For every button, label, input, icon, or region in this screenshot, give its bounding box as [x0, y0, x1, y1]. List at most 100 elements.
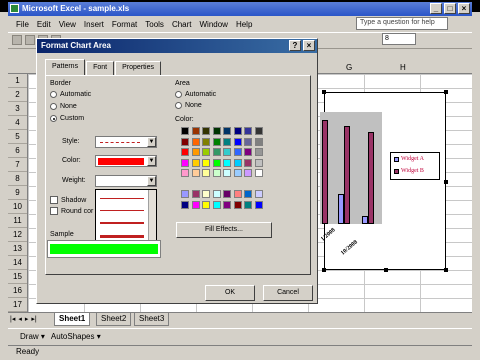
border-none-radio[interactable]: None	[50, 103, 77, 110]
color-swatch[interactable]	[181, 200, 189, 209]
row-header[interactable]: 17	[8, 298, 27, 312]
color-swatch[interactable]	[212, 200, 221, 209]
menu-tools[interactable]: Tools	[141, 20, 168, 29]
chart-bar-widget-b[interactable]	[344, 126, 350, 224]
color-swatch[interactable]	[191, 127, 200, 135]
row-header[interactable]: 12	[8, 228, 27, 242]
row-header[interactable]: 10	[8, 200, 27, 214]
color-swatch[interactable]	[254, 200, 263, 209]
chart-bar-widget-b[interactable]	[322, 120, 328, 224]
resize-handle[interactable]	[444, 90, 448, 94]
chart-bar-widget-b[interactable]	[368, 132, 374, 224]
color-swatch[interactable]	[254, 158, 263, 167]
round-corners-checkbox[interactable]: Round cor	[50, 207, 93, 215]
chevron-down-icon[interactable]: ▼	[147, 176, 156, 186]
dropdown-scrollbar[interactable]	[148, 190, 156, 244]
tab-sheet2[interactable]: Sheet2	[96, 313, 132, 326]
color-swatch[interactable]	[212, 137, 221, 146]
color-swatch[interactable]	[181, 158, 189, 167]
weight-option[interactable]	[100, 210, 144, 211]
color-swatch[interactable]	[223, 158, 231, 167]
color-swatch[interactable]	[254, 148, 263, 156]
color-swatch[interactable]	[244, 137, 252, 146]
color-swatch[interactable]	[233, 169, 242, 177]
menu-chart[interactable]: Chart	[168, 20, 196, 29]
maximize-button[interactable]: □	[444, 3, 456, 14]
toolbar-icon[interactable]	[25, 35, 35, 45]
weight-option[interactable]	[100, 198, 144, 199]
border-weight-select[interactable]: ▼	[95, 175, 157, 187]
color-swatch[interactable]	[181, 169, 189, 177]
row-header[interactable]: 13	[8, 242, 27, 256]
color-swatch[interactable]	[233, 148, 242, 156]
menu-help[interactable]: Help	[232, 20, 256, 29]
color-swatch[interactable]	[202, 127, 210, 135]
menu-insert[interactable]: Insert	[80, 20, 108, 29]
color-swatch[interactable]	[191, 190, 200, 198]
row-header[interactable]: 16	[8, 284, 27, 298]
color-swatch[interactable]	[181, 137, 189, 146]
color-swatch[interactable]	[244, 190, 252, 198]
row-header[interactable]: 6	[8, 144, 27, 158]
toolbar-icon[interactable]	[12, 35, 22, 45]
menu-window[interactable]: Window	[196, 20, 232, 29]
resize-handle[interactable]	[322, 90, 326, 94]
prev-sheet-icon[interactable]: ◂	[18, 315, 22, 323]
ok-button[interactable]: OK	[205, 285, 255, 301]
row-header[interactable]: 4	[8, 116, 27, 130]
color-swatch[interactable]	[181, 190, 189, 198]
tab-font[interactable]: Font	[86, 61, 115, 75]
color-swatch[interactable]	[223, 190, 231, 198]
chevron-down-icon[interactable]: ▼	[147, 137, 156, 147]
color-swatch[interactable]	[244, 148, 252, 156]
menu-view[interactable]: View	[55, 20, 80, 29]
column-header-g[interactable]: G	[346, 63, 352, 72]
border-custom-radio[interactable]: Custom	[50, 115, 84, 122]
area-none-radio[interactable]: None	[175, 102, 202, 109]
resize-handle[interactable]	[384, 268, 388, 272]
color-swatch[interactable]	[244, 127, 252, 135]
tab-patterns[interactable]: Patterns	[45, 59, 86, 75]
tab-properties[interactable]: Properties	[115, 61, 161, 75]
color-swatch[interactable]	[233, 158, 242, 167]
color-swatch[interactable]	[223, 148, 231, 156]
border-color-select[interactable]: ▼	[95, 155, 157, 167]
first-sheet-icon[interactable]: |◂	[10, 315, 15, 323]
color-swatch[interactable]	[233, 127, 242, 135]
color-swatch[interactable]	[202, 148, 210, 156]
color-swatch[interactable]	[191, 148, 200, 156]
color-swatch[interactable]	[191, 137, 200, 146]
color-swatch[interactable]	[254, 190, 263, 198]
menu-file[interactable]: File	[12, 20, 33, 29]
weight-option[interactable]	[100, 222, 144, 224]
color-swatch[interactable]	[244, 158, 252, 167]
row-header[interactable]: 8	[8, 172, 27, 186]
color-swatch[interactable]	[223, 127, 231, 135]
autoshapes-menu[interactable]: AutoShapes ▾	[51, 332, 101, 341]
resize-handle[interactable]	[444, 180, 448, 184]
color-swatch[interactable]	[181, 127, 189, 135]
row-header[interactable]: 7	[8, 158, 27, 172]
close-button[interactable]: ×	[458, 3, 470, 14]
border-style-select[interactable]: ▼	[95, 136, 157, 148]
color-swatch[interactable]	[202, 137, 210, 146]
next-sheet-icon[interactable]: ▸	[25, 315, 29, 323]
color-swatch[interactable]	[202, 169, 210, 177]
last-sheet-icon[interactable]: ▸|	[31, 315, 36, 323]
color-swatch[interactable]	[212, 190, 221, 198]
dialog-help-button[interactable]: ?	[289, 40, 301, 51]
border-automatic-radio[interactable]: Automatic	[50, 91, 91, 98]
tab-scroll-buttons[interactable]: |◂ ◂ ▸ ▸|	[10, 315, 37, 323]
row-header[interactable]: 3	[8, 102, 27, 116]
color-swatch[interactable]	[202, 158, 210, 167]
weight-dropdown-list[interactable]	[95, 189, 157, 245]
chart-legend[interactable]: Widget A Widget B	[390, 152, 440, 180]
color-swatch[interactable]	[202, 200, 210, 209]
row-header[interactable]: 11	[8, 214, 27, 228]
color-swatch[interactable]	[212, 158, 221, 167]
fill-effects-button[interactable]: Fill Effects...	[176, 222, 272, 238]
color-swatch[interactable]	[223, 200, 231, 209]
color-swatch[interactable]	[191, 169, 200, 177]
cancel-button[interactable]: Cancel	[263, 285, 313, 301]
ask-question-input[interactable]: Type a question for help	[356, 17, 448, 30]
